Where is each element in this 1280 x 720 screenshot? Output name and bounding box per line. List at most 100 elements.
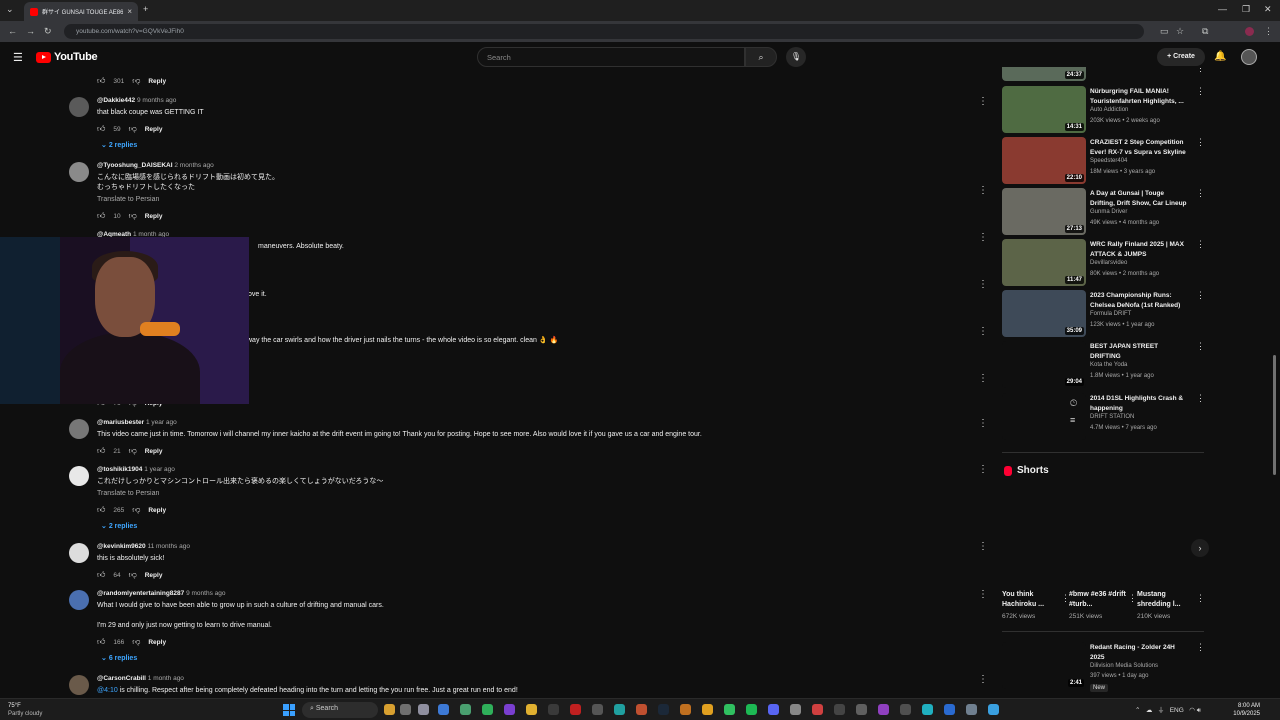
dislike-icon[interactable]: 👎︎ [129,446,137,456]
avatar[interactable] [69,675,89,695]
short-item[interactable]: #bmw #e36 #drift #turb... 251K views ⋮ [1069,590,1137,620]
comment-menu-icon[interactable]: ⋮ [978,541,988,552]
video-menu-icon[interactable]: ⋮ [1196,86,1205,97]
reply-button[interactable]: Reply [145,572,163,579]
like-icon[interactable]: 👍︎ [97,505,105,515]
like-icon[interactable]: 👍︎ [97,211,105,221]
close-tab-icon[interactable]: × [127,7,132,16]
sidebar-video[interactable]: 35:09 2023 Championship Runs: Chelsea De… [1002,290,1205,340]
profile-avatar[interactable] [1245,27,1254,36]
taskbar-app-icon[interactable] [570,704,581,715]
taskbar-app-icon[interactable] [482,704,493,715]
comment-author[interactable]: @mariusbester [97,419,144,426]
dislike-icon[interactable]: 👎︎ [132,76,140,86]
comment-time[interactable]: 9 months ago [186,590,225,597]
back-icon[interactable]: ← [8,26,17,36]
bookmark-star-icon[interactable]: ☆ [1176,26,1184,37]
dislike-icon[interactable]: 👎︎ [132,505,140,515]
taskbar-app-icon[interactable] [900,704,911,715]
taskbar-app-icon[interactable] [614,704,625,715]
watch-later-icon[interactable]: 🕒︎ [1070,398,1077,409]
url-field[interactable]: youtube.com/watch?v=GQVkVeJFih0 [64,24,1144,39]
dislike-icon[interactable]: 👎︎ [129,570,137,580]
like-icon[interactable]: 👍︎ [97,124,105,134]
video-thumbnail[interactable]: 24:37 [1002,67,1086,81]
sidebar-video[interactable]: 14:31 Nürburgring FAIL MANIA! Touristenf… [1002,86,1205,136]
taskbar-app-icon[interactable] [384,704,395,715]
like-icon[interactable]: 👍︎ [97,637,105,647]
dislike-icon[interactable]: 👎︎ [129,211,137,221]
notifications-bell-icon[interactable]: 🔔 [1214,51,1226,62]
comment-time[interactable]: 11 months ago [147,543,190,550]
video-menu-icon[interactable]: ⋮ [1196,137,1205,148]
avatar[interactable] [69,97,89,117]
avatar[interactable] [69,419,89,439]
comment-menu-icon[interactable]: ⋮ [978,674,988,685]
video-channel[interactable]: Dilivision Media Solutions [1090,663,1158,669]
reload-icon[interactable]: ↻ [44,26,52,37]
sidebar-video[interactable]: 22:10 CRAZIEST 2 Step Competition Ever! … [1002,137,1205,187]
dislike-icon[interactable]: 👎︎ [132,637,140,647]
video-thumbnail[interactable]: 22:10 [1002,137,1086,184]
reply-button[interactable]: Reply [148,507,166,514]
cast-icon[interactable]: ▭ [1160,26,1169,37]
usb-icon[interactable]: ⏚ [1158,707,1165,714]
comment-time[interactable]: 2 months ago [174,162,213,169]
taskbar-app-icon[interactable] [526,704,537,715]
sidebar-video[interactable]: 29:04 BEST JAPAN STREET DRIFTING Kota th… [1002,341,1205,391]
video-channel[interactable]: Devillarsvideo [1090,260,1127,266]
tray-chevron-icon[interactable]: ⌃ [1135,707,1140,714]
comment-author[interactable]: @Dakkie442 [97,97,135,104]
new-tab-icon[interactable]: + [143,4,148,14]
voice-search-button[interactable]: 🎙 [786,47,806,67]
video-title[interactable]: 2023 Championship Runs: Chelsea DeNofa (… [1090,291,1190,311]
sidebar-video[interactable]: 24:37 ⋮ [1002,67,1202,81]
video-channel[interactable]: Auto Addiction [1090,107,1128,113]
short-title[interactable]: Mustang shredding l... [1137,590,1197,610]
taskbar-app-icon[interactable] [548,704,559,715]
video-menu-icon[interactable]: ⋮ [1196,67,1202,74]
extensions-icon[interactable]: ⧉ [1202,26,1208,37]
taskbar-app-icon[interactable] [856,704,867,715]
video-title[interactable]: 2014 D1SL Highlights Crash & happening [1090,394,1190,414]
browser-tab[interactable]: 群サイ GUNSAI TOUGE AE86 D... × [24,2,138,21]
comment-menu-icon[interactable]: ⋮ [978,232,988,243]
weather-widget[interactable]: 75°F Partly cloudy [8,702,42,718]
video-title[interactable]: Nürburgring FAIL MANIA! Touristenfahrten… [1090,87,1190,107]
taskbar-app-icon[interactable] [724,704,735,715]
comment-time[interactable]: 1 month ago [148,675,184,682]
video-thumbnail[interactable]: 27:13 [1002,188,1086,235]
comment-menu-icon[interactable]: ⋮ [978,373,988,384]
search-input[interactable]: Search [477,47,745,67]
create-button[interactable]: + Create [1157,48,1205,66]
taskbar-app-icon[interactable] [438,704,449,715]
translate-link[interactable]: Translate to Persian [97,196,159,203]
hamburger-menu-icon[interactable]: ☰ [13,51,23,64]
comment-author[interactable]: @CarsonCrabill [97,675,146,682]
video-channel[interactable]: Kota the Yoda [1090,362,1127,368]
video-channel[interactable]: Formula DRIFT [1090,311,1131,317]
taskbar-app-icon[interactable] [944,704,955,715]
video-menu-icon[interactable]: ⋮ [1196,239,1205,250]
tab-list-icon[interactable]: ⌄ [6,4,14,15]
taskbar-app-icon[interactable] [504,704,515,715]
short-title[interactable]: You think Hachiroku ... [1002,590,1062,610]
taskbar-app-icon[interactable] [922,704,933,715]
taskbar-app-icon[interactable] [460,704,471,715]
taskbar-app-icon[interactable] [746,704,757,715]
video-menu-icon[interactable]: ⋮ [1196,642,1205,653]
video-channel[interactable]: Gunma Driver [1090,209,1127,215]
video-channel[interactable]: DRIFT STATION [1090,414,1134,420]
like-icon[interactable]: 👍︎ [97,446,105,456]
search-button[interactable]: ⌕ [745,47,777,67]
start-button[interactable] [283,704,295,716]
taskbar-app-icon[interactable] [702,704,713,715]
translate-link[interactable]: Translate to Persian [97,490,159,497]
language-indicator[interactable]: ENG [1170,707,1184,714]
taskbar-app-icon[interactable] [418,704,429,715]
short-menu-icon[interactable]: ⋮ [1196,593,1205,604]
account-avatar[interactable] [1241,49,1257,65]
shorts-next-button[interactable]: › [1191,539,1209,557]
video-menu-icon[interactable]: ⋮ [1196,393,1205,404]
dislike-icon[interactable]: 👎︎ [129,124,137,134]
